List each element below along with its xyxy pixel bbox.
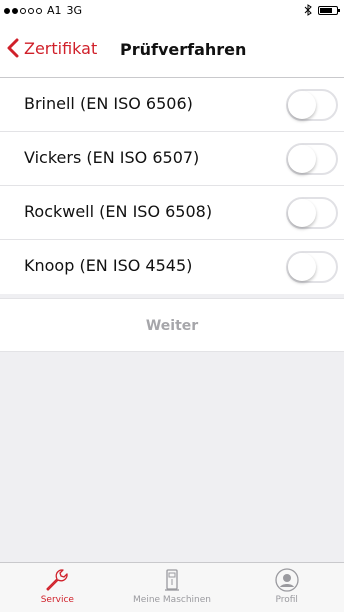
signal-dot (12, 7, 18, 14)
machine-icon (165, 569, 179, 591)
test-method-list: Brinell (EN ISO 6506) Vickers (EN ISO 65… (0, 78, 344, 294)
status-right (304, 4, 340, 16)
list-item-rockwell: Rockwell (EN ISO 6508) (0, 186, 344, 240)
toggle-knob (288, 253, 316, 281)
tab-service[interactable]: Service (0, 563, 115, 612)
toggle-vickers[interactable] (286, 143, 338, 175)
weiter-button[interactable]: Weiter (0, 298, 344, 352)
list-item-knoop: Knoop (EN ISO 4545) (0, 240, 344, 294)
toggle-rockwell[interactable] (286, 197, 338, 229)
signal-dot (20, 7, 26, 14)
tab-label: Service (40, 595, 74, 605)
list-item-brinell: Brinell (EN ISO 6506) (0, 78, 344, 132)
signal-dot (28, 7, 34, 14)
list-item-label: Knoop (EN ISO 4545) (24, 256, 193, 275)
bluetooth-icon (304, 4, 312, 16)
page-title: Prüfverfahren (120, 40, 247, 59)
back-button[interactable]: Zertifikat (6, 38, 97, 58)
toggle-brinell[interactable] (286, 89, 338, 121)
carrier-name: A1 (47, 4, 62, 17)
chevron-left-icon (7, 38, 19, 58)
tab-label: Profil (275, 595, 298, 605)
list-item-vickers: Vickers (EN ISO 6507) (0, 132, 344, 186)
tab-meine-maschinen[interactable]: Meine Maschinen (115, 563, 230, 612)
status-bar: A1 3G (0, 0, 344, 22)
toggle-knob (288, 91, 316, 119)
toggle-knob (288, 145, 316, 173)
wrench-icon (46, 569, 68, 591)
tab-label: Meine Maschinen (133, 595, 211, 605)
battery-icon (318, 5, 340, 15)
list-item-label: Rockwell (EN ISO 6508) (24, 202, 213, 221)
tab-profil[interactable]: Profil (229, 563, 344, 612)
profile-icon (275, 568, 299, 592)
navigation-bar: Zertifikat Prüfverfahren (0, 22, 344, 78)
list-item-label: Brinell (EN ISO 6506) (24, 94, 193, 113)
list-item-label: Vickers (EN ISO 6507) (24, 148, 200, 167)
toggle-knob (288, 199, 316, 227)
toggle-knoop[interactable] (286, 251, 338, 283)
signal-strength-icon (4, 7, 42, 14)
network-type: 3G (66, 4, 83, 17)
signal-dot (4, 7, 10, 14)
back-button-label: Zertifikat (24, 38, 98, 58)
status-left: A1 3G (4, 4, 82, 17)
signal-dot (36, 7, 42, 14)
tab-bar: Service Meine Maschinen Profil (0, 562, 344, 612)
